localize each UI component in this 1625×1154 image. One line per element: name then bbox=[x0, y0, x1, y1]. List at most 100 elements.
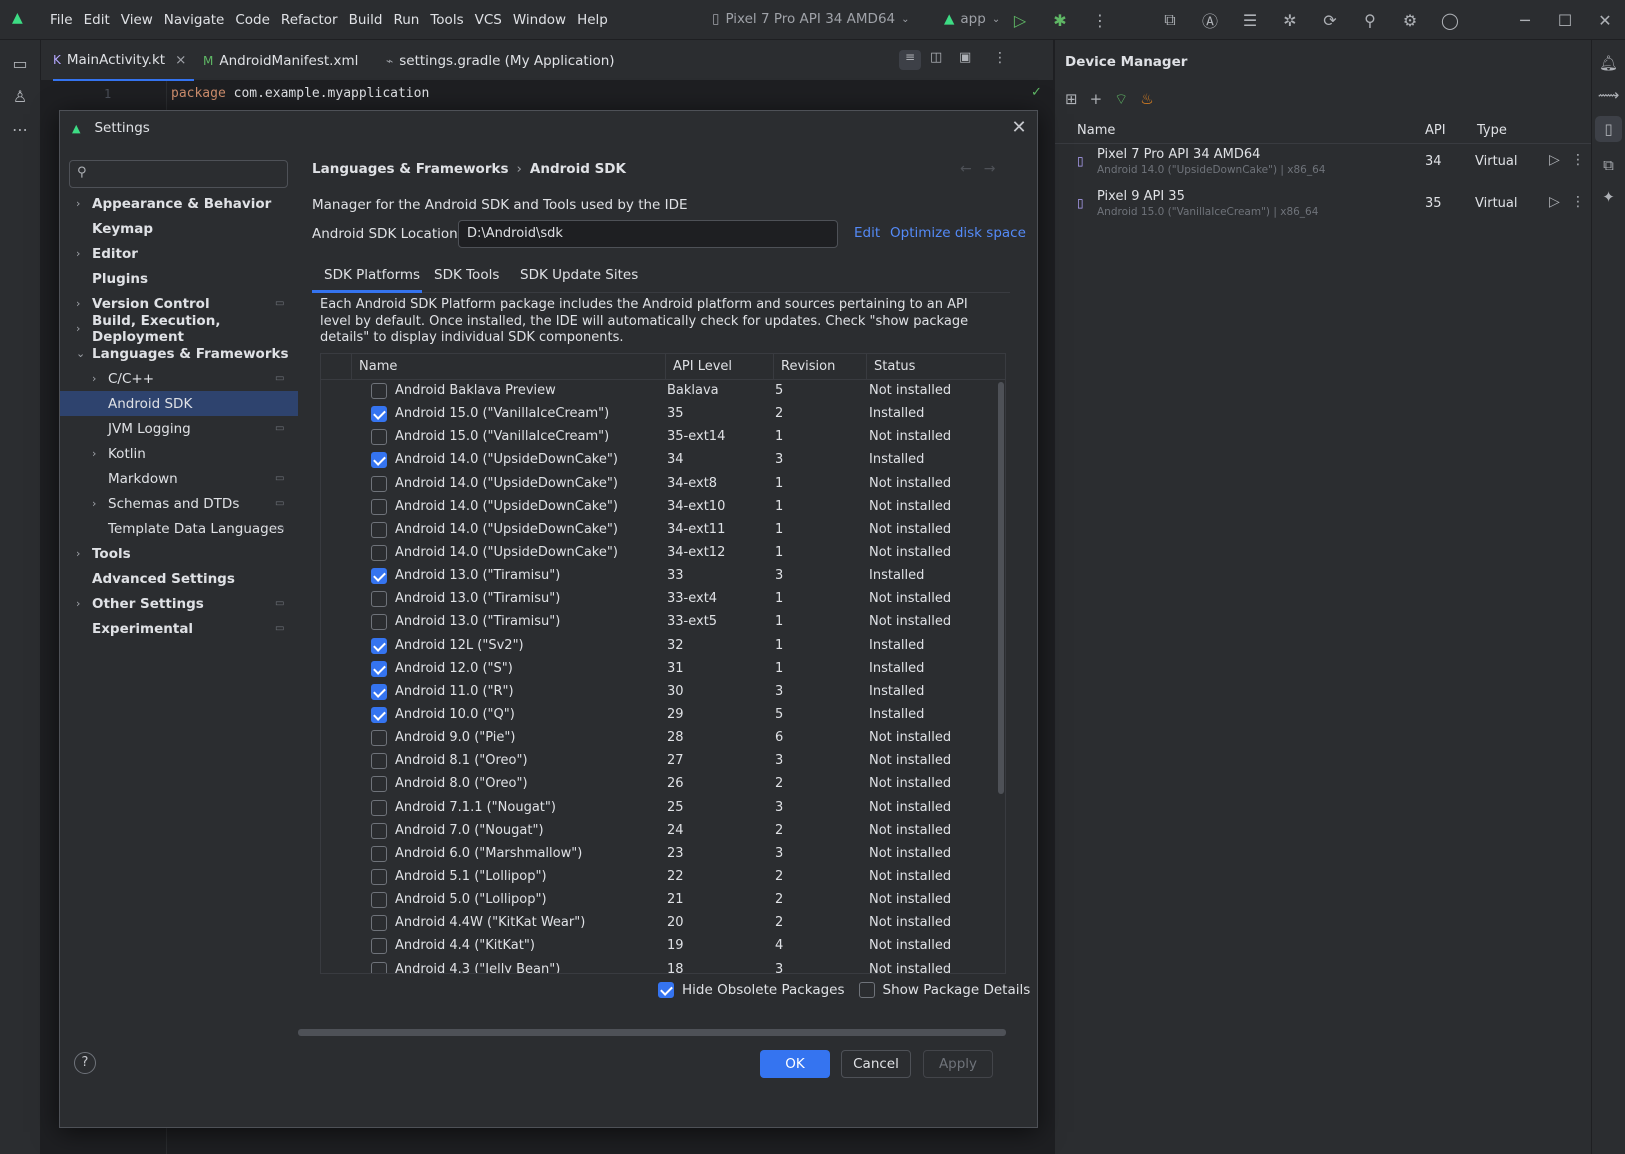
menu-tools[interactable]: Tools bbox=[430, 12, 463, 28]
table-row[interactable]: Android 14.0 ("UpsideDownCake") 34-ext12 1… bbox=[321, 542, 997, 565]
package-checkbox[interactable] bbox=[371, 822, 387, 839]
package-checkbox[interactable] bbox=[371, 961, 387, 973]
tree-item-kotlin[interactable]: › Kotlin bbox=[60, 441, 298, 466]
table-row[interactable]: Android 7.1.1 ("Nougat") 25 3 Not installed bbox=[321, 797, 997, 820]
tab-android-manifest[interactable]: M AndroidManifest.xml bbox=[203, 40, 358, 81]
package-checkbox[interactable] bbox=[371, 498, 387, 515]
tab-sdk-tools[interactable]: SDK Tools bbox=[434, 267, 499, 283]
debug-icon[interactable]: ✱ bbox=[1040, 11, 1080, 30]
tree-item-c-c-[interactable]: › C/C++ ▭ bbox=[60, 366, 298, 391]
table-row[interactable]: Android 4.4W ("KitKat Wear") 20 2 Not insta… bbox=[321, 912, 997, 935]
firebase-icon[interactable]: ♨ bbox=[1140, 90, 1153, 109]
package-checkbox[interactable] bbox=[371, 591, 387, 608]
col-revision[interactable]: Revision bbox=[781, 359, 835, 374]
apply-button[interactable]: Apply bbox=[923, 1050, 993, 1078]
package-checkbox[interactable] bbox=[371, 637, 387, 654]
tree-item-build-execution-deployment[interactable]: › Build, Execution, Deployment bbox=[60, 313, 298, 345]
table-row[interactable]: Android 13.0 ("Tiramisu") 33-ext5 1 Not ins… bbox=[321, 611, 997, 634]
close-window-icon[interactable]: ✕ bbox=[1585, 11, 1625, 30]
package-checkbox[interactable] bbox=[371, 799, 387, 816]
tree-item-editor[interactable]: › Editor bbox=[60, 241, 298, 266]
tree-item-tools[interactable]: › Tools bbox=[60, 541, 298, 566]
gear-icon[interactable]: ⚙ bbox=[1390, 11, 1430, 30]
tree-item-template-data-languages[interactable]: Template Data Languages ▭ bbox=[60, 516, 298, 541]
table-row[interactable]: Android 7.0 ("Nougat") 24 2 Not installed bbox=[321, 820, 997, 843]
optimize-disk-link[interactable]: Optimize disk space bbox=[890, 225, 1026, 241]
split-view-icon[interactable]: ◫ bbox=[930, 50, 942, 65]
chevron-right-icon[interactable]: › bbox=[76, 547, 80, 560]
table-row[interactable]: Android 8.0 ("Oreo") 26 2 Not installed bbox=[321, 773, 997, 796]
tree-item-jvm-logging[interactable]: JVM Logging ▭ bbox=[60, 416, 298, 441]
profiler-icon[interactable]: ✲ bbox=[1270, 11, 1310, 30]
chevron-right-icon[interactable]: › bbox=[92, 447, 96, 460]
more-icon[interactable]: ⋮ bbox=[1080, 11, 1120, 30]
chevron-right-icon[interactable]: › bbox=[76, 322, 80, 335]
tab-settings-gradle[interactable]: ⌁ settings.gradle (My Application) bbox=[386, 40, 615, 81]
tab-sdk-update-sites[interactable]: SDK Update Sites bbox=[520, 267, 638, 283]
menu-help[interactable]: Help bbox=[577, 12, 608, 28]
menu-window[interactable]: Window bbox=[513, 12, 566, 28]
tree-item-appearance-behavior[interactable]: › Appearance & Behavior bbox=[60, 191, 298, 216]
running-devices-icon[interactable]: ⧉ bbox=[1592, 156, 1625, 174]
table-row[interactable]: Android 13.0 ("Tiramisu") 33 3 Installed bbox=[321, 565, 997, 588]
chevron-right-icon[interactable]: › bbox=[76, 197, 80, 210]
package-checkbox[interactable] bbox=[371, 568, 387, 585]
menu-run[interactable]: Run bbox=[393, 12, 419, 28]
package-checkbox[interactable] bbox=[371, 406, 387, 423]
col-api-level[interactable]: API Level bbox=[673, 359, 732, 374]
design-view-icon[interactable]: ▣ bbox=[959, 50, 971, 65]
col-status[interactable]: Status bbox=[874, 359, 915, 374]
device-selector[interactable]: ▯ Pixel 7 Pro API 34 AMD64 ⌄ bbox=[712, 11, 910, 27]
close-icon[interactable]: × bbox=[175, 52, 186, 68]
package-checkbox[interactable] bbox=[371, 383, 387, 399]
package-checkbox[interactable] bbox=[371, 776, 387, 793]
table-row[interactable]: Android 12.0 ("S") 31 1 Installed bbox=[321, 658, 997, 681]
play-icon[interactable]: ▷ bbox=[1549, 152, 1560, 168]
table-row[interactable]: Android 5.0 ("Lollipop") 21 2 Not installed bbox=[321, 889, 997, 912]
table-row[interactable]: Android 5.1 ("Lollipop") 22 2 Not installed bbox=[321, 866, 997, 889]
vertical-scrollbar[interactable] bbox=[998, 382, 1004, 794]
more-icon[interactable]: ⋮ bbox=[993, 50, 1007, 66]
table-row[interactable]: Android 14.0 ("UpsideDownCake") 34 3 Instal… bbox=[321, 449, 997, 472]
package-checkbox[interactable] bbox=[371, 868, 387, 885]
menu-build[interactable]: Build bbox=[349, 12, 383, 28]
package-checkbox[interactable] bbox=[371, 521, 387, 538]
table-row[interactable]: Android Baklava Preview Baklava 5 Not insta… bbox=[321, 380, 997, 403]
package-checkbox[interactable] bbox=[371, 938, 387, 955]
tree-item-experimental[interactable]: Experimental ▭ bbox=[60, 616, 298, 641]
run-icon[interactable]: ▷ bbox=[1000, 11, 1040, 30]
menu-file[interactable]: File bbox=[50, 12, 73, 28]
chevron-right-icon[interactable]: › bbox=[92, 497, 96, 510]
table-row[interactable]: Android 14.0 ("UpsideDownCake") 34-ext10 1… bbox=[321, 496, 997, 519]
tree-item-markdown[interactable]: Markdown ▭ bbox=[60, 466, 298, 491]
folder-icon[interactable]: ▭ bbox=[0, 54, 40, 73]
table-row[interactable]: Android 15.0 ("VanillaIceCream") 35-ext14… bbox=[321, 426, 997, 449]
translate-icon[interactable]: Ⓐ bbox=[1190, 8, 1230, 32]
package-checkbox[interactable] bbox=[371, 614, 387, 631]
package-checkbox[interactable] bbox=[371, 915, 387, 932]
table-row[interactable]: Android 13.0 ("Tiramisu") 33-ext4 1 Not ins… bbox=[321, 588, 997, 611]
package-checkbox[interactable] bbox=[371, 429, 387, 446]
menu-edit[interactable]: Edit bbox=[84, 12, 110, 28]
menu-vcs[interactable]: VCS bbox=[475, 12, 502, 28]
gemini-icon[interactable]: ✦ bbox=[1592, 188, 1625, 206]
play-icon[interactable]: ▷ bbox=[1549, 194, 1560, 210]
add-device-icon[interactable]: + bbox=[1090, 90, 1103, 109]
chevron-right-icon[interactable]: › bbox=[76, 297, 80, 310]
tree-item-other-settings[interactable]: › Other Settings ▭ bbox=[60, 591, 298, 616]
horizontal-scrollbar[interactable] bbox=[298, 1029, 1006, 1036]
breadcrumb-parent[interactable]: Languages & Frameworks bbox=[312, 161, 509, 177]
close-icon[interactable]: ✕ bbox=[1009, 117, 1029, 138]
help-button[interactable]: ? bbox=[74, 1052, 96, 1074]
chevron-right-icon[interactable]: › bbox=[76, 597, 80, 610]
more-icon[interactable]: ⋮ bbox=[1571, 194, 1585, 210]
device-mirror-icon[interactable]: ⧉ bbox=[1150, 10, 1190, 30]
build-variants-icon[interactable]: ☰ bbox=[1230, 11, 1270, 30]
table-row[interactable]: Android 14.0 ("UpsideDownCake") 34-ext8 1 N… bbox=[321, 473, 997, 496]
menu-navigate[interactable]: Navigate bbox=[164, 12, 225, 28]
back-icon[interactable]: ← bbox=[960, 161, 984, 177]
table-row[interactable]: Android 6.0 ("Marshmallow") 23 3 Not instal… bbox=[321, 843, 997, 866]
device-row[interactable]: ▯ Pixel 7 Pro API 34 AMD64 Android 14.0 ("… bbox=[1055, 140, 1592, 182]
table-row[interactable]: Android 8.1 ("Oreo") 27 3 Not installed bbox=[321, 750, 997, 773]
package-checkbox[interactable] bbox=[371, 452, 387, 469]
